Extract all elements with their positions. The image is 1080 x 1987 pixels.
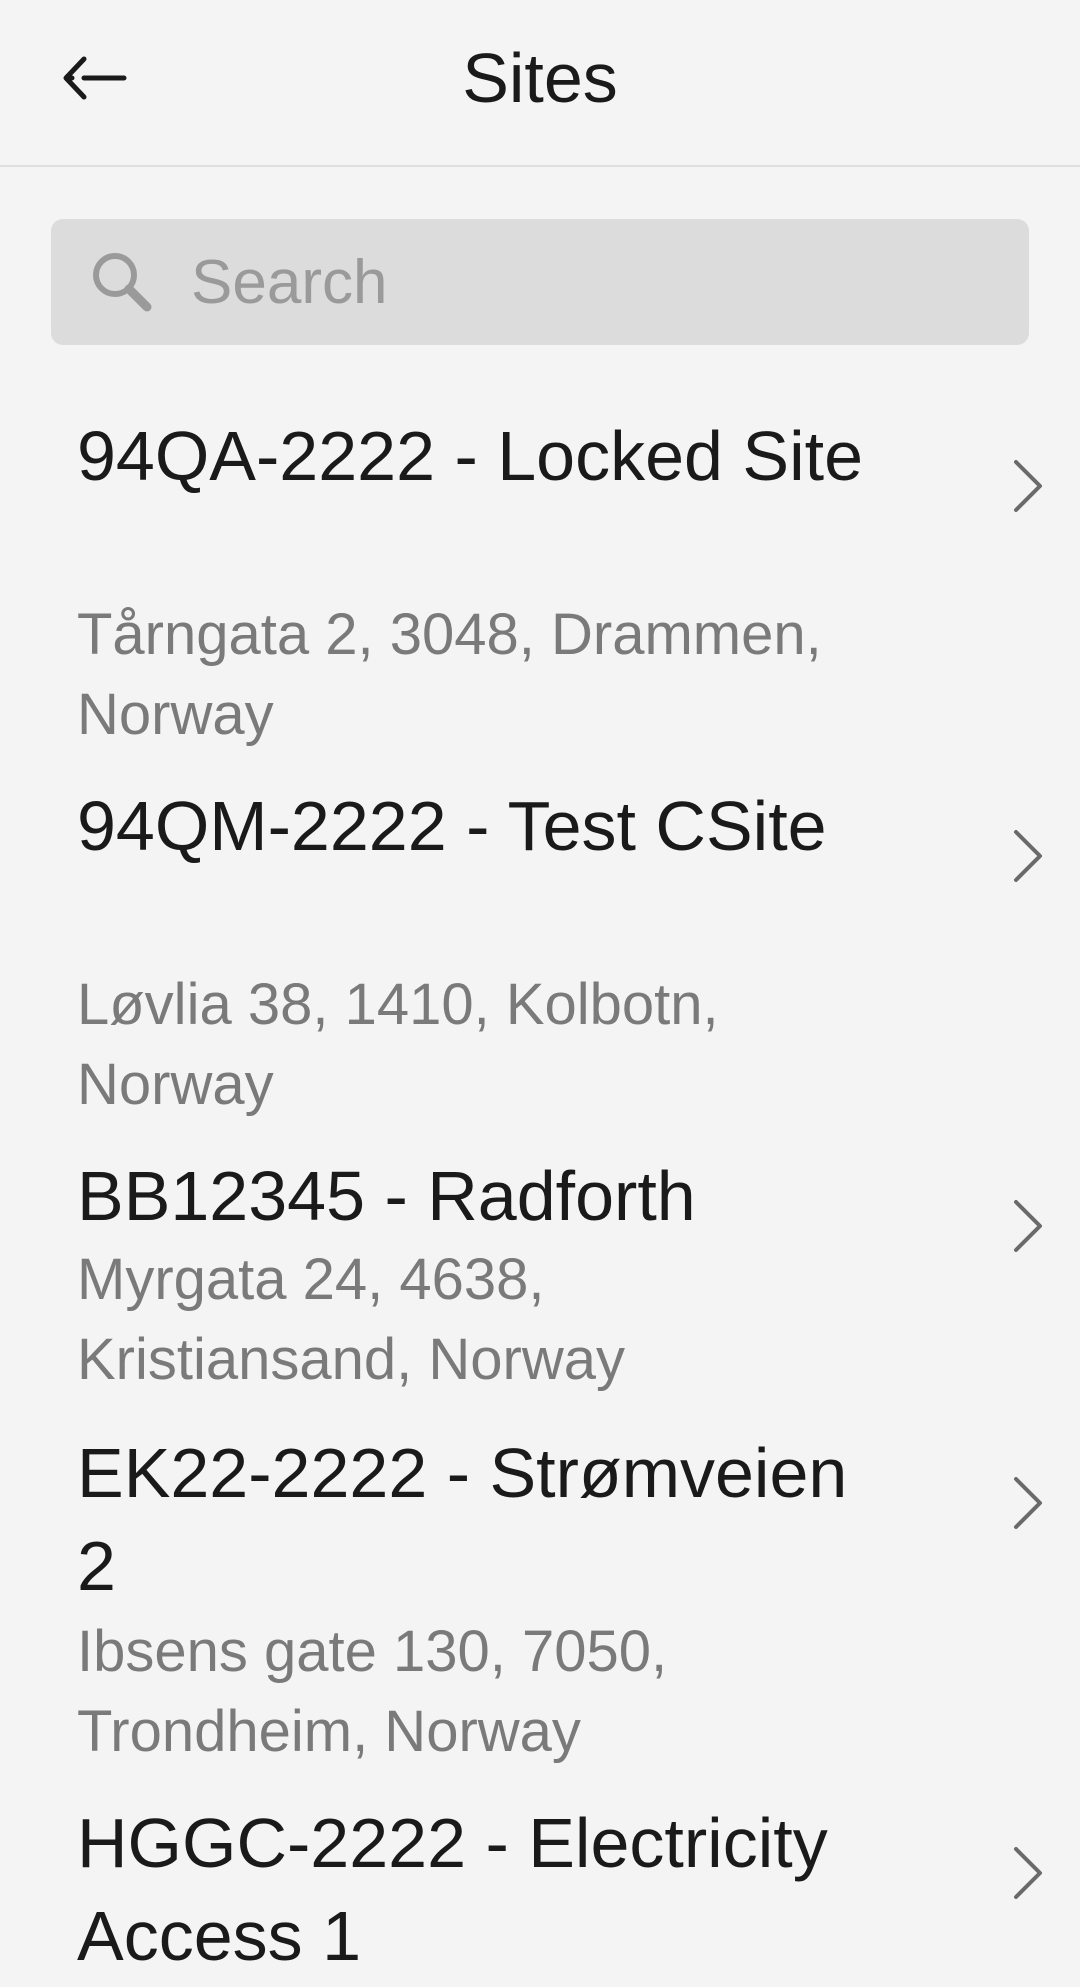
- search-icon: [93, 253, 152, 312]
- site-address: Ibsens gate 130, 7050, Trondheim, Norway: [77, 1619, 668, 1764]
- site-list-item[interactable]: 94QA-2222 - Locked Site Tårngata 2, 3048…: [0, 400, 1080, 770]
- site-address: Tårngata 2, 3048, Drammen, Norway: [77, 602, 822, 747]
- site-name: 94QA-2222 - Locked Site: [77, 417, 864, 495]
- site-list-item[interactable]: 94QM-2222 - Test CSite Løvlia 38, 1410, …: [0, 770, 1080, 1140]
- site-address: Myrgata 24, 4638, Kristiansand, Norway: [77, 1247, 625, 1392]
- site-name: EK22-2222 - Strømveien 2: [77, 1434, 848, 1605]
- chevron-right-icon: [1014, 1477, 1042, 1529]
- site-list-item[interactable]: HGGC-2222 - Electricity Access 1: [0, 1787, 1080, 1987]
- app-header: Sites: [0, 0, 1080, 167]
- page-title: Sites: [462, 39, 618, 117]
- chevron-right-icon: [1014, 1847, 1042, 1899]
- chevron-right-icon: [1014, 1200, 1042, 1252]
- site-name: BB12345 - Radforth: [77, 1157, 696, 1235]
- chevron-right-icon: [1014, 830, 1042, 882]
- chevron-right-icon: [1014, 460, 1042, 512]
- site-address: Løvlia 38, 1410, Kolbotn, Norway: [77, 972, 719, 1117]
- search-bar[interactable]: [51, 219, 1029, 345]
- site-name: 94QM-2222 - Test CSite: [77, 787, 827, 865]
- site-list-item[interactable]: EK22-2222 - Strømveien 2 Ibsens gate 130…: [0, 1417, 1080, 1787]
- search-input[interactable]: [191, 219, 1011, 345]
- site-name: HGGC-2222 - Electricity Access 1: [77, 1804, 828, 1975]
- site-list-item[interactable]: BB12345 - Radforth Myrgata 24, 4638, Kri…: [0, 1140, 1080, 1417]
